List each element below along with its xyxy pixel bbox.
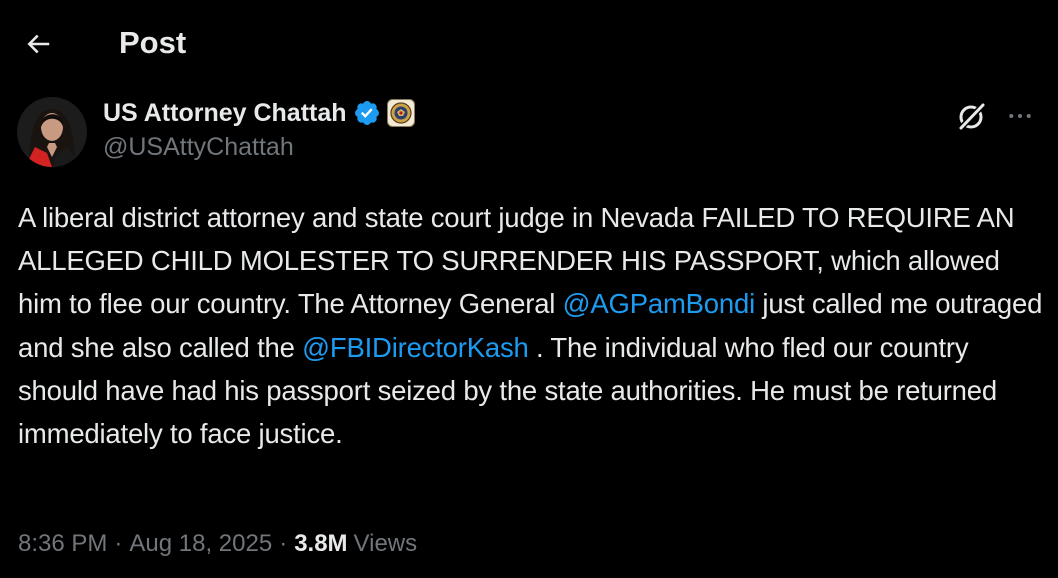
author-handle[interactable]: @USAttyChattah — [103, 133, 294, 162]
mention-link-agpambondi[interactable]: @AGPamBondi — [563, 288, 756, 319]
avatar[interactable] — [17, 97, 87, 167]
verified-badge-icon[interactable] — [353, 99, 381, 127]
top-bar: Post — [0, 0, 1058, 86]
grok-icon — [957, 101, 987, 132]
views-count: 3.8M — [294, 530, 348, 557]
post-meta: 8:36 PM · Aug 18, 2025 · 3.8M Views — [18, 530, 417, 558]
more-horizontal-icon — [1009, 114, 1031, 118]
post-time[interactable]: 8:36 PM — [18, 530, 107, 558]
page-title: Post — [119, 25, 187, 60]
more-options-button[interactable] — [1000, 98, 1040, 134]
tweet-text: A liberal district attorney and state co… — [18, 196, 1043, 455]
post-date[interactable]: Aug 18, 2025 — [129, 530, 272, 558]
back-button[interactable] — [18, 24, 58, 64]
views-label: Views — [353, 530, 418, 557]
arrow-left-icon — [27, 34, 50, 54]
author-name-row: US Attorney Chattah — [103, 97, 415, 129]
avatar-image — [17, 97, 87, 167]
grok-button[interactable] — [952, 98, 992, 134]
meta-separator: · — [114, 530, 123, 557]
doj-seal-icon[interactable] — [386, 99, 415, 127]
meta-separator: · — [279, 530, 288, 557]
author-name[interactable]: US Attorney Chattah — [103, 99, 347, 128]
mention-link-fbidirectorkash[interactable]: @FBIDirectorKash — [302, 332, 529, 363]
